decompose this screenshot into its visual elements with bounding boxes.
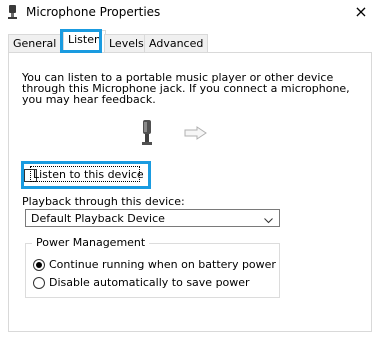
power-management-label: Power Management	[32, 236, 150, 250]
tab-general[interactable]: General	[8, 34, 62, 52]
microphone-properties-dialog: Microphone Properties × General Listen L…	[0, 0, 376, 347]
playback-device-value: Default Playback Device	[31, 212, 165, 225]
continue-running-radio[interactable]	[33, 259, 45, 271]
arrow-right-icon	[184, 126, 208, 140]
window-title: Microphone Properties	[26, 5, 161, 19]
disable-automatically-radio[interactable]	[33, 277, 45, 289]
playback-label: Playback through this device:	[22, 195, 185, 208]
playback-device-select[interactable]: Default Playback Device	[25, 209, 280, 227]
listen-to-device-label[interactable]: Listen to this device	[33, 168, 144, 182]
listen-description: You can listen to a portable music playe…	[22, 71, 350, 106]
disable-automatically-label[interactable]: Disable automatically to save power	[49, 276, 250, 290]
microphone-icon	[6, 4, 20, 20]
continue-running-label[interactable]: Continue running when on battery power	[49, 258, 276, 272]
close-button[interactable]: ×	[346, 0, 376, 24]
tab-advanced[interactable]: Advanced	[144, 34, 209, 52]
listen-tab-highlight	[60, 29, 102, 53]
chevron-down-icon	[264, 214, 273, 224]
title-bar: Microphone Properties ×	[0, 0, 376, 24]
tab-levels[interactable]: Levels	[104, 34, 149, 52]
microphone-icon	[141, 120, 153, 148]
